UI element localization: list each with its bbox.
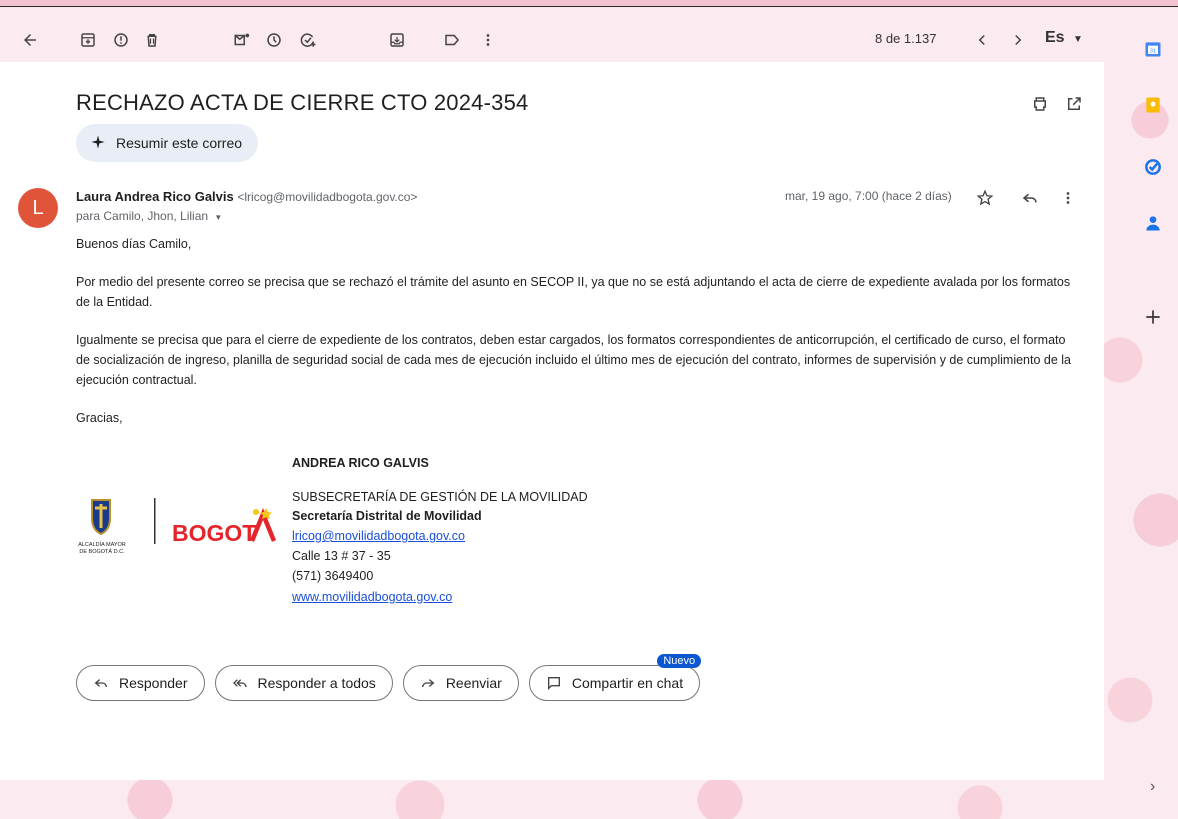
reply-button[interactable]: Responder <box>76 665 205 701</box>
reply-all-icon <box>232 679 247 688</box>
reply-icon[interactable] <box>1018 186 1042 210</box>
newer-chevron-icon[interactable] <box>966 20 998 60</box>
forward-button[interactable]: Reenviar <box>402 665 519 701</box>
summarize-label: Resumir este correo <box>116 135 243 151</box>
body-closing: Gracias, <box>76 411 123 425</box>
open-new-window-icon[interactable] <box>1062 92 1086 116</box>
window-top-strip <box>0 0 1178 7</box>
print-icon[interactable] <box>1028 92 1052 116</box>
message-actions: Responder Responder a todos Reenviar Com… <box>76 654 702 701</box>
older-chevron-icon[interactable] <box>1002 20 1034 60</box>
forward-icon <box>421 679 435 688</box>
reply-all-button[interactable]: Responder a todos <box>214 665 393 701</box>
signature-email-link[interactable]: lricog@movilidadbogota.gov.co <box>292 529 465 543</box>
pager-count: 8 de 1.137 <box>875 31 937 46</box>
snooze-icon[interactable] <box>258 20 290 60</box>
svg-text:ALCALDÍA MAYOR: ALCALDÍA MAYOR <box>78 541 126 548</box>
message-subject: RECHAZO ACTA DE CIERRE CTO 2024-354 <box>76 90 529 115</box>
message-date: mar, 19 ago, 7:00 (hace 2 días) <box>785 189 952 203</box>
language-label: Es <box>1045 29 1065 46</box>
sender-email: <lricog@movilidadbogota.gov.co> <box>237 190 418 204</box>
tasks-icon[interactable] <box>1140 154 1166 180</box>
signature-website-link[interactable]: www.movilidadbogota.gov.co <box>292 590 452 604</box>
message-body: Buenos días Camilo, Por medio del presen… <box>76 234 1076 446</box>
delete-icon[interactable] <box>136 20 168 60</box>
input-language-selector[interactable]: Es ▼ <box>1045 29 1083 47</box>
keep-icon[interactable] <box>1140 92 1166 118</box>
reply-all-label: Responder a todos <box>257 675 376 691</box>
mark-unread-icon[interactable] <box>226 20 258 60</box>
message-toolbar: 8 de 1.137 Es ▼ <box>0 20 1104 60</box>
sender-avatar[interactable]: L <box>18 188 58 228</box>
archive-icon[interactable] <box>72 20 104 60</box>
svg-text:BOGOT: BOGOT <box>172 520 256 546</box>
move-to-icon[interactable] <box>381 20 413 60</box>
recipients-dropdown[interactable]: para Camilo, Jhon, Lilian ▼ <box>76 209 222 223</box>
sender-line: Laura Andrea Rico Galvis <lricog@movilid… <box>76 189 417 204</box>
more-options-icon[interactable] <box>472 20 504 60</box>
share-in-chat-label: Compartir en chat <box>571 675 684 691</box>
add-icon[interactable] <box>1140 304 1166 330</box>
body-paragraph-2: Igualmente se precisa que para el cierre… <box>76 333 1072 387</box>
summarize-email-button[interactable]: Resumir este correo <box>76 124 259 162</box>
signature-department: SUBSECRETARÍA DE GESTIÓN DE LA MOVILIDAD <box>292 490 588 504</box>
body-greeting: Buenos días Camilo, <box>76 237 192 251</box>
body-paragraph-1: Por medio del presente correo se precisa… <box>76 275 1071 309</box>
sender-name[interactable]: Laura Andrea Rico Galvis <box>76 189 234 204</box>
reply-icon <box>94 679 107 688</box>
star-icon[interactable] <box>973 186 997 210</box>
message-more-icon[interactable] <box>1056 186 1080 210</box>
expand-panel-chevron-icon[interactable]: › <box>1150 778 1155 796</box>
back-arrow-icon[interactable] <box>14 20 46 60</box>
caret-down-icon: ▼ <box>214 213 223 222</box>
signature-name: ANDREA RICO GALVIS <box>292 456 429 470</box>
calendar-icon[interactable]: 31 <box>1140 36 1166 62</box>
report-spam-icon[interactable] <box>105 20 137 60</box>
signature-phone: (571) 3649400 <box>292 569 374 583</box>
add-to-tasks-icon[interactable] <box>292 20 324 60</box>
bogota-logo: ALCALDÍA MAYOR DE BOGOTÁ D.C. BOGOT <box>76 496 296 566</box>
svg-text:DE BOGOTÁ D.C.: DE BOGOTÁ D.C. <box>79 548 125 555</box>
sparkle-icon <box>90 134 106 153</box>
signature-address: Calle 13 # 37 - 35 <box>292 549 391 563</box>
recipients-label: para Camilo, Jhon, Lilian <box>76 209 209 223</box>
forward-label: Reenviar <box>445 675 502 691</box>
svg-text:31: 31 <box>1150 48 1156 54</box>
signature-organization: Secretaría Distrital de Movilidad <box>292 509 482 523</box>
label-icon[interactable] <box>436 20 468 60</box>
share-in-chat-button[interactable]: Compartir en chat Nuevo <box>528 654 702 701</box>
reply-label: Responder <box>119 675 188 691</box>
message-pane: RECHAZO ACTA DE CIERRE CTO 2024-354 Resu… <box>0 62 1104 780</box>
contacts-icon[interactable] <box>1140 210 1166 236</box>
new-badge: Nuevo <box>657 654 702 668</box>
chat-icon <box>547 677 560 690</box>
email-signature: ANDREA RICO GALVIS ALCALDÍA MAYOR DE BOG… <box>76 452 776 612</box>
caret-down-icon: ▼ <box>1073 34 1083 45</box>
